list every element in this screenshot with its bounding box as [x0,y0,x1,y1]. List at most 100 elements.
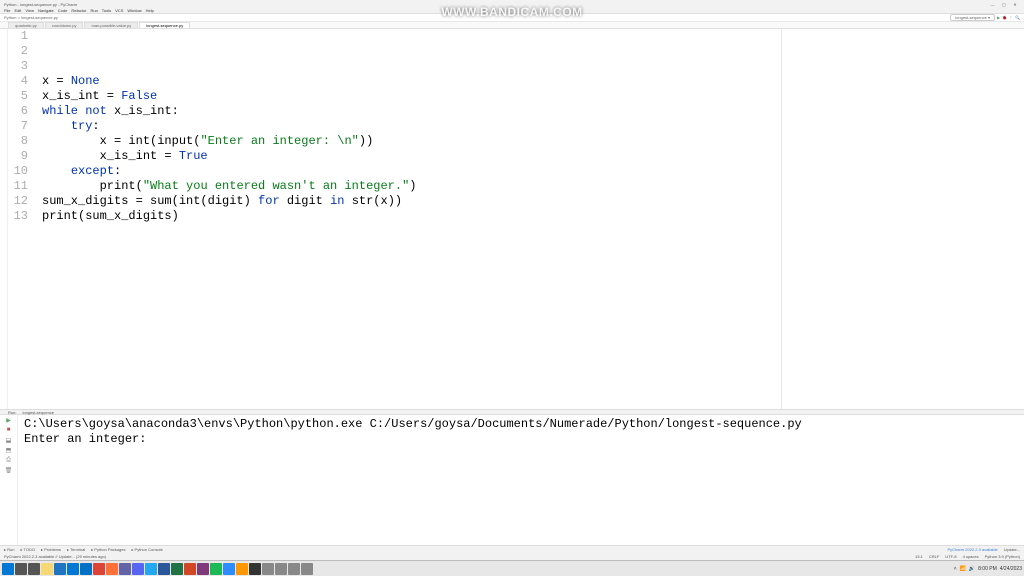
code-line[interactable]: except: [36,164,1024,179]
clock-time[interactable]: 8:00 PM [978,566,997,572]
search-icon[interactable] [15,563,27,575]
editor[interactable]: 12345678910111213 x = Nonex_is_int = Fal… [8,29,1024,409]
search-icon[interactable]: 🔍 [1015,15,1020,20]
run-console: ▶ ■ ⬓ ⬒ ⎙ 🗑 C:\Users\goysa\anaconda3\env… [0,415,1024,545]
status-cell[interactable]: Python 3.9 (Python) [985,554,1020,559]
onenote-icon[interactable] [197,563,209,575]
minimize-button[interactable]: — [988,2,998,7]
menu-help[interactable]: Help [146,8,154,13]
code-icon[interactable] [145,563,157,575]
console-output[interactable]: C:\Users\goysa\anaconda3\envs\Python\pyt… [18,415,1024,545]
chrome-icon[interactable] [93,563,105,575]
run-config-label: longest-sequence [955,15,987,20]
close-button[interactable]: ✕ [1010,2,1020,7]
word-icon[interactable] [158,563,170,575]
tray-volume-icon[interactable]: 🔊 [969,566,975,572]
editor-area: 12345678910111213 x = Nonex_is_int = Fal… [0,29,1024,409]
teams-icon[interactable] [119,563,131,575]
spotify-icon[interactable] [210,563,222,575]
code-area[interactable]: x = Nonex_is_int = Falsewhile not x_is_i… [36,29,1024,409]
code-line[interactable]: x_is_int = False [36,89,1024,104]
misc3-icon[interactable] [288,563,300,575]
run-icon[interactable]: ▶ [997,15,1000,20]
misc2-icon[interactable] [275,563,287,575]
terminal-icon[interactable] [249,563,261,575]
debug-icon[interactable]: 🐞 [1002,15,1007,20]
menu-edit[interactable]: Edit [14,8,21,13]
editor-tab[interactable]: quadratic.py [8,22,44,28]
trash-icon[interactable]: 🗑 [5,467,13,475]
console-toolbar: ▶ ■ ⬓ ⬒ ⎙ 🗑 [0,415,18,545]
tool-tab[interactable]: ▸ Run [4,547,14,552]
update-notice[interactable]: PyCharm 2022.2.3 available [948,547,998,552]
status-cell[interactable]: UTF-8 [945,554,956,559]
store-icon[interactable] [67,563,79,575]
run-config-dropdown[interactable]: longest-sequence ▾ [950,14,995,21]
excel-icon[interactable] [171,563,183,575]
line-number-gutter: 12345678910111213 [8,29,36,409]
misc1-icon[interactable] [262,563,274,575]
menu-refactor[interactable]: Refactor [71,8,86,13]
system-tray[interactable]: ˄📶🔊8:00 PM4/24/2023 [954,566,1022,572]
firefox-icon[interactable] [106,563,118,575]
start-icon[interactable] [2,563,14,575]
status-cell[interactable]: 4 spaces [963,554,979,559]
powerpoint-icon[interactable] [184,563,196,575]
up-icon[interactable]: ⬒ [5,447,13,455]
right-margin-guide [781,29,782,409]
files-icon[interactable] [41,563,53,575]
menu-code[interactable]: Code [58,8,68,13]
clock-date[interactable]: 4/24/2023 [1000,566,1022,572]
stop-icon[interactable]: ■ [5,427,13,435]
menu-tools[interactable]: Tools [102,8,111,13]
console-line: C:\Users\goysa\anaconda3\envs\Python\pyt… [24,417,1018,432]
panel-label: Run: [8,410,16,415]
menu-view[interactable]: View [25,8,34,13]
rerun-icon[interactable]: ▶ [5,417,13,425]
tray-wifi-icon[interactable]: 📶 [960,566,966,572]
menu-run[interactable]: Run [90,8,97,13]
code-line[interactable]: while not x_is_int: [36,104,1024,119]
code-line[interactable]: x_is_int = True [36,149,1024,164]
code-line[interactable]: try: [36,119,1024,134]
misc4-icon[interactable] [301,563,313,575]
editor-tab[interactable]: longest-sequence.py [139,22,190,28]
tool-tab[interactable]: ▸ TODO [20,547,35,552]
menu-vcs[interactable]: VCS [115,8,123,13]
tray-chevron-icon[interactable]: ˄ [954,566,957,572]
code-line[interactable]: sum_x_digits = sum(int(digit) for digit … [36,194,1024,209]
update-link[interactable]: Update... [1004,547,1020,552]
code-line[interactable]: x = int(input("Enter an integer: \n")) [36,134,1024,149]
edge-icon[interactable] [54,563,66,575]
editor-gutter-icons [0,29,8,409]
status-cell[interactable]: 13:1 [915,554,923,559]
menu-navigate[interactable]: Navigate [38,8,54,13]
window-controls: — ▢ ✕ [988,2,1020,7]
menu-file[interactable]: File [4,8,10,13]
tool-tab[interactable]: ▸ Python Packages [91,547,125,552]
maximize-button[interactable]: ▢ [999,2,1009,7]
code-line[interactable]: print("What you entered wasn't an intege… [36,179,1024,194]
code-line[interactable]: x = None [36,74,1024,89]
navigation-bar: Python > longest-sequence.py longest-seq… [0,14,1024,22]
discord-icon[interactable] [132,563,144,575]
sublime-icon[interactable] [236,563,248,575]
more-run-icon[interactable]: ⋮ [1009,15,1013,20]
breadcrumb[interactable]: Python > longest-sequence.py [4,15,58,20]
tool-tab[interactable]: ▸ Terminal [67,547,85,552]
code-line[interactable]: print(sum_x_digits) [36,209,1024,224]
down-icon[interactable]: ⬓ [5,437,13,445]
zoom-icon[interactable] [223,563,235,575]
menu-window[interactable]: Window [127,8,141,13]
bottom-tool-tabs: ▸ Run ▸ TODO ▸ Problems ▸ Terminal ▸ Python … [0,546,1024,553]
tool-tab[interactable]: ▸ Problems [41,547,61,552]
mail-icon[interactable] [80,563,92,575]
panel-tab[interactable]: longest-sequence [22,410,54,415]
tool-tab[interactable]: ▸ Python Console [131,547,162,552]
window-titlebar: Python - longest-sequence.py - PyCharm —… [0,0,1024,8]
status-cell[interactable]: CRLF [929,554,939,559]
task-icon[interactable] [28,563,40,575]
editor-tab[interactable]: countdown.py [45,22,84,28]
editor-tab[interactable]: max-possible-value.py [84,22,138,28]
print-icon[interactable]: ⎙ [5,457,13,465]
